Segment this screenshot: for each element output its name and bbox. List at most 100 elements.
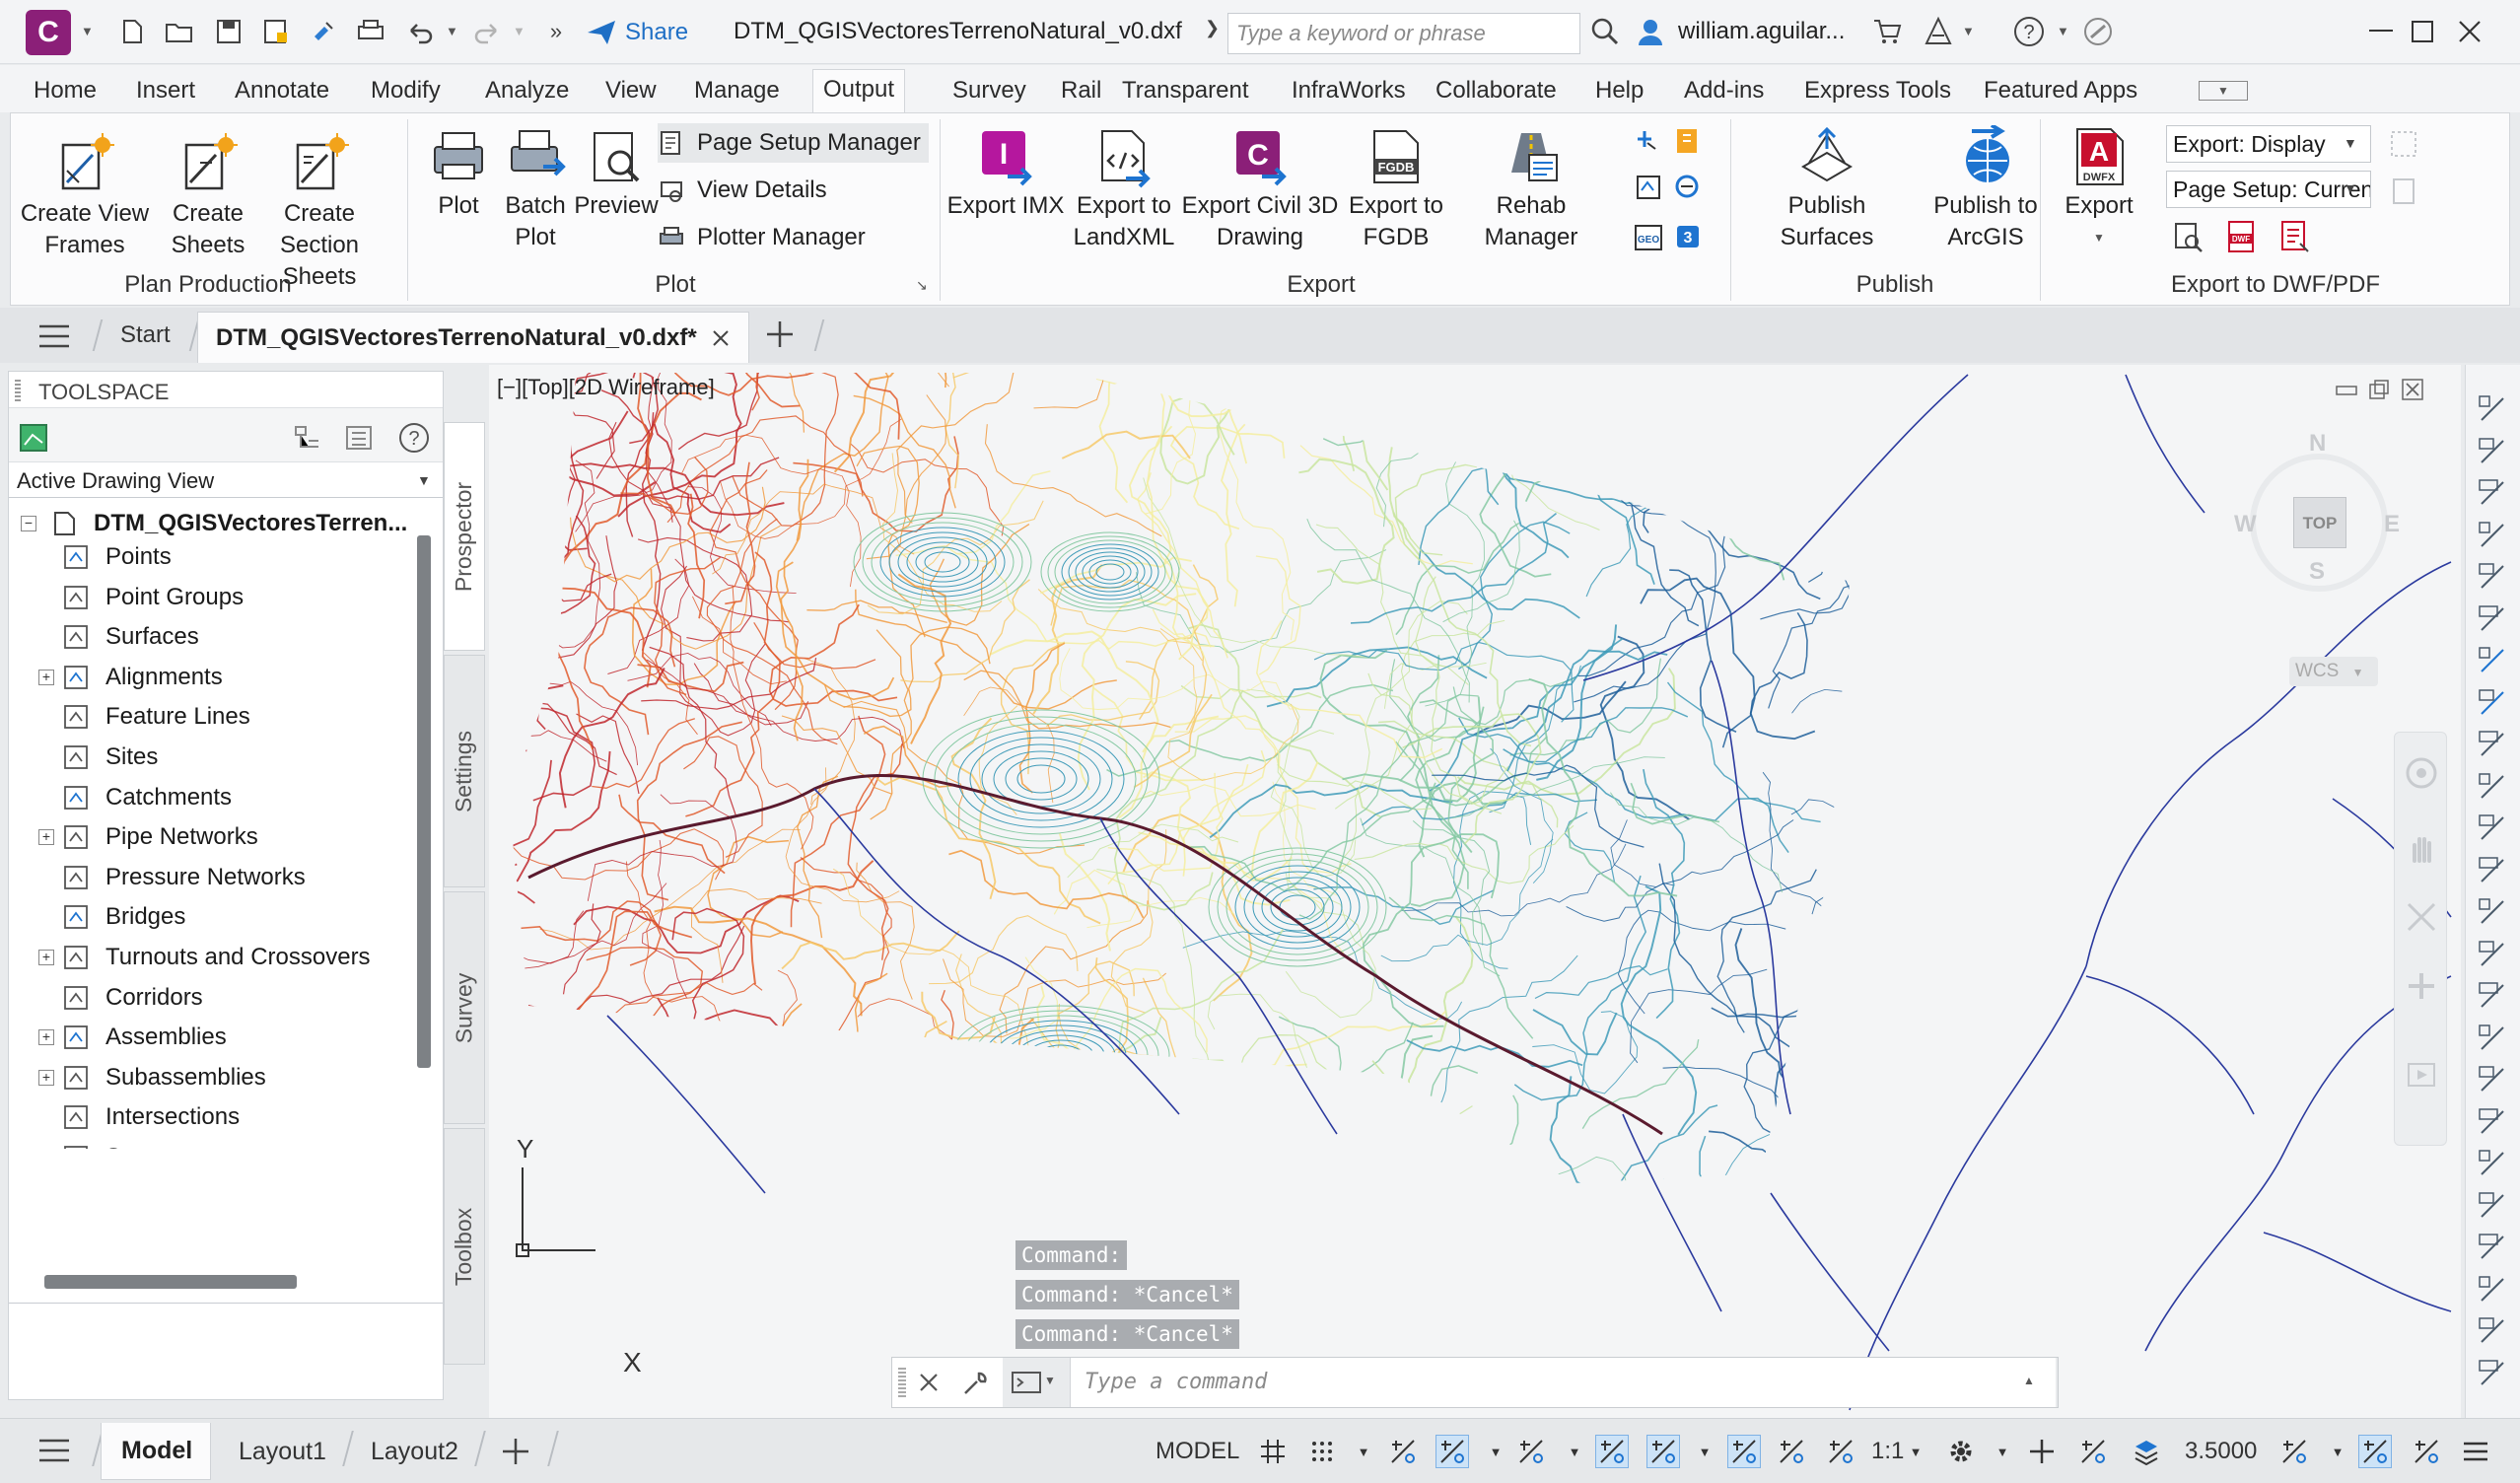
rehab-manager-button[interactable]: Rehab Manager <box>1450 125 1612 253</box>
app-hamburger-menu-icon[interactable] <box>37 323 71 349</box>
viewcube-west[interactable]: W <box>2234 511 2257 538</box>
autodesk-account-icon[interactable] <box>2080 14 2116 49</box>
viewcube-top-face[interactable]: TOP <box>2293 497 2346 548</box>
object-snap-icon[interactable] <box>1595 1435 1629 1468</box>
geolocation-tool-icon[interactable] <box>2476 686 2509 720</box>
object-snap-chevron-icon[interactable]: ▼ <box>1694 1435 1715 1468</box>
polar-chevron-icon[interactable]: ▼ <box>1485 1435 1506 1468</box>
viewcube-north[interactable]: N <box>2309 430 2326 458</box>
page-setup-chevron-icon[interactable]: ▼ <box>2344 180 2357 196</box>
tab-rail[interactable]: Rail <box>1061 71 1101 110</box>
tab-home[interactable]: Home <box>34 71 97 110</box>
prospector-surface-icon[interactable] <box>19 423 48 453</box>
tab-featured-apps[interactable]: Featured Apps <box>1984 71 2137 110</box>
save-icon[interactable] <box>211 14 246 49</box>
workspace-switch-icon[interactable]: ▼ <box>2199 81 2248 101</box>
workspace-chevron-icon[interactable]: ▼ <box>1992 1435 2013 1468</box>
more-commands-icon[interactable]: » <box>538 14 574 49</box>
open-file-icon[interactable] <box>162 14 197 49</box>
tab-insert[interactable]: Insert <box>136 71 195 110</box>
layout2-tab[interactable]: Layout2 <box>371 1429 458 1474</box>
orbit-icon[interactable] <box>2405 969 2438 1003</box>
command-recent-chevron-icon[interactable]: ▲ <box>2023 1374 2035 1387</box>
infer-constraints-icon[interactable] <box>1386 1435 1420 1468</box>
tab-add-ins[interactable]: Add-ins <box>1684 71 1764 110</box>
app-menu-chevron-icon[interactable]: ▼ <box>81 24 94 38</box>
tree-item-turnouts[interactable]: Turnouts and Crossovers <box>60 938 371 977</box>
grading-tool-icon[interactable] <box>2476 979 2509 1013</box>
drawing-canvas[interactable]: [−][Top][2D Wireframe] TOP N S W E WCS ▼… <box>489 365 2461 1418</box>
customization-menu-icon[interactable] <box>2459 1435 2492 1468</box>
help-search-input[interactable]: Type a keyword or phrase <box>1227 13 1580 54</box>
preview-dwf-icon[interactable] <box>2172 220 2205 253</box>
search-icon[interactable] <box>1587 14 1623 49</box>
export-3d-icon[interactable]: 3 <box>1677 226 1699 247</box>
toolspace-grip[interactable] <box>15 380 21 401</box>
tree-expand-toggle[interactable]: + <box>38 1069 54 1086</box>
wcs-menu[interactable]: WCS ▼ <box>2289 657 2378 686</box>
zoom-tool-icon[interactable] <box>2476 1314 2509 1348</box>
batch-dwf-icon[interactable]: DWF <box>2225 220 2259 253</box>
lineweight-value[interactable]: 3.5000 <box>2185 1429 2257 1474</box>
annotation-scale-icon[interactable] <box>1824 1435 1857 1468</box>
polar-tracking-icon[interactable] <box>1435 1435 1469 1468</box>
isolate-objects-icon[interactable] <box>2076 1435 2110 1468</box>
cart-icon[interactable] <box>1869 14 1905 49</box>
tree-item-intersections[interactable]: Intersections <box>60 1097 240 1137</box>
command-input[interactable]: Type a command ▲ <box>1070 1358 2056 1407</box>
tree-item-corridors[interactable]: Corridors <box>60 978 203 1018</box>
export-landxml-button[interactable]: Export to LandXML <box>1070 125 1178 253</box>
transparent-cmd-tool-icon[interactable] <box>2476 1022 2509 1055</box>
tree-item-point-groups[interactable]: Point Groups <box>60 578 244 617</box>
publish-pdf-icon[interactable] <box>2278 220 2312 253</box>
help-icon[interactable]: ? <box>2011 14 2047 49</box>
export-fgdb-button[interactable]: FGDB Export to FGDB <box>1342 125 1450 253</box>
tree-horizontal-scrollbar[interactable] <box>44 1275 297 1289</box>
export-display-select[interactable]: Export: Display <box>2166 125 2371 163</box>
page-setup-select[interactable]: Page Setup: Current <box>2166 171 2371 208</box>
corridor-tool-icon[interactable] <box>2476 854 2509 887</box>
tab-infraworks[interactable]: InfraWorks <box>1292 71 1406 110</box>
tree-expand-toggle[interactable]: + <box>38 829 54 846</box>
tree-item-alignments[interactable]: Alignments <box>60 658 223 697</box>
active-document-tab[interactable]: DTM_QGISVectoresTerrenoNatural_v0.dxf* <box>197 312 749 363</box>
command-line-grip[interactable] <box>898 1368 906 1399</box>
label-tool-icon[interactable] <box>2476 1357 2509 1390</box>
tree-item-pipe-networks[interactable]: Pipe Networks <box>60 817 258 857</box>
toolspace-help-icon[interactable]: ? <box>397 421 431 455</box>
line-tool-icon[interactable] <box>2476 392 2509 426</box>
tab-analyze[interactable]: Analyze <box>485 71 569 110</box>
snap-chevron-icon[interactable]: ▼ <box>1353 1435 1374 1468</box>
close-window-button[interactable] <box>2425 8 2514 55</box>
isodraft-icon[interactable] <box>1514 1435 1548 1468</box>
tree-item-assemblies[interactable]: Assemblies <box>60 1018 227 1057</box>
tree-item-sites[interactable]: Sites <box>60 738 158 777</box>
undo-chevron-icon[interactable]: ▼ <box>446 24 458 38</box>
snap-mode-icon[interactable] <box>1305 1435 1339 1468</box>
survey-tool-icon[interactable] <box>2476 1063 2509 1096</box>
export-dwg-icon[interactable] <box>1637 176 1660 199</box>
publish-to-arcgis-button[interactable]: Publish to ArcGIS <box>1920 125 2052 253</box>
print-icon[interactable] <box>353 14 388 49</box>
viewport-restore-icon[interactable] <box>2368 379 2390 400</box>
inquiry-tool-icon[interactable] <box>2476 812 2509 845</box>
tab-modify[interactable]: Modify <box>371 71 441 110</box>
tab-output[interactable]: Output <box>812 69 906 112</box>
hardware-chevron-icon[interactable]: ▼ <box>2327 1435 2348 1468</box>
tree-item-surfaces[interactable]: Surfaces <box>60 617 199 657</box>
tab-settings[interactable]: Settings <box>444 655 485 887</box>
tab-annotate[interactable]: Annotate <box>235 71 329 110</box>
cogo-tool-icon[interactable] <box>2476 1147 2509 1180</box>
isodraft-chevron-icon[interactable]: ▼ <box>1564 1435 1585 1468</box>
annotation-monitor-icon[interactable] <box>2358 1435 2392 1468</box>
close-tab-icon[interactable] <box>711 328 731 348</box>
command-customize-wrench-icon[interactable] <box>961 1370 989 1397</box>
tab-express-tools[interactable]: Express Tools <box>1804 71 1951 110</box>
station-tool-icon[interactable] <box>2476 1189 2509 1223</box>
command-line-close-icon[interactable] <box>918 1372 940 1393</box>
export-transfer-icon[interactable] <box>1675 175 1699 198</box>
export-display-chevron-icon[interactable]: ▼ <box>2344 135 2357 151</box>
annotation-scale[interactable]: 1:1 <box>1871 1429 1904 1474</box>
page-setup-manager-button[interactable]: Page Setup Manager <box>658 123 929 163</box>
tab-survey[interactable]: Survey <box>952 71 1026 110</box>
